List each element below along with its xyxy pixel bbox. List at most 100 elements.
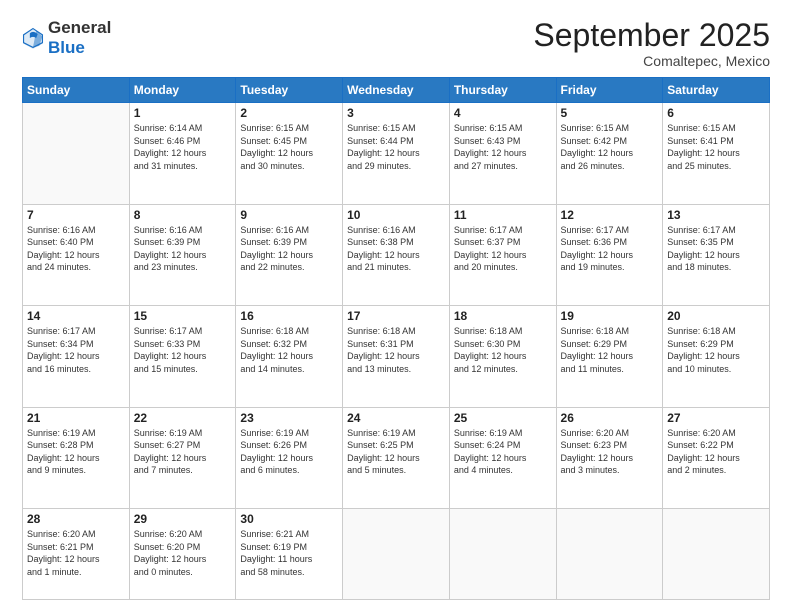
day-number: 8 — [134, 208, 232, 222]
day-info: Sunrise: 6:20 AM Sunset: 6:22 PM Dayligh… — [667, 427, 765, 477]
day-number: 28 — [27, 512, 125, 526]
weekday-header-row: SundayMondayTuesdayWednesdayThursdayFrid… — [23, 78, 770, 103]
day-number: 15 — [134, 309, 232, 323]
calendar-cell: 29 Sunrise: 6:20 AM Sunset: 6:20 PM Dayli… — [129, 509, 236, 600]
day-number: 30 — [240, 512, 338, 526]
day-number: 18 — [454, 309, 552, 323]
day-number: 20 — [667, 309, 765, 323]
page: General Blue September 2025 Comaltepec, … — [0, 0, 792, 612]
calendar-cell: 6Sunrise: 6:15 AM Sunset: 6:41 PM Daylig… — [663, 103, 770, 204]
day-info: Sunrise: 6:16 AM Sunset: 6:39 PM Dayligh… — [240, 224, 338, 274]
calendar-cell — [556, 509, 663, 600]
day-number: 11 — [454, 208, 552, 222]
calendar-cell: 20 Sunrise: 6:18 AM Sunset: 6:29 PM Dayli… — [663, 306, 770, 407]
day-number: 27 — [667, 411, 765, 425]
calendar-cell: 24 Sunrise: 6:19 AM Sunset: 6:25 PM Dayli… — [343, 407, 450, 508]
day-info: Sunrise: 6:19 AM Sunset: 6:25 PM Dayligh… — [347, 427, 445, 477]
day-info: Sunrise: 6:17 AM Sunset: 6:33 PM Dayligh… — [134, 325, 232, 375]
day-number: 3 — [347, 106, 445, 120]
day-number: 26 — [561, 411, 659, 425]
day-info: Sunrise: 6:20 AM Sunset: 6:23 PM Dayligh… — [561, 427, 659, 477]
calendar-cell: 19 Sunrise: 6:18 AM Sunset: 6:29 PM Dayli… — [556, 306, 663, 407]
calendar-cell: 5Sunrise: 6:15 AM Sunset: 6:42 PM Daylig… — [556, 103, 663, 204]
calendar-cell: 17 Sunrise: 6:18 AM Sunset: 6:31 PM Dayli… — [343, 306, 450, 407]
day-number: 6 — [667, 106, 765, 120]
calendar-cell — [23, 103, 130, 204]
day-info: Sunrise: 6:16 AM Sunset: 6:39 PM Dayligh… — [134, 224, 232, 274]
day-number: 17 — [347, 309, 445, 323]
day-number: 22 — [134, 411, 232, 425]
day-info: Sunrise: 6:16 AM Sunset: 6:40 PM Dayligh… — [27, 224, 125, 274]
month-title: September 2025 — [533, 18, 770, 53]
weekday-header-friday: Friday — [556, 78, 663, 103]
calendar-cell: 7 Sunrise: 6:16 AM Sunset: 6:40 PM Daylig… — [23, 204, 130, 305]
calendar-cell: 27 Sunrise: 6:20 AM Sunset: 6:22 PM Dayli… — [663, 407, 770, 508]
day-number: 5 — [561, 106, 659, 120]
logo-general: General — [48, 18, 111, 38]
calendar-cell: 14 Sunrise: 6:17 AM Sunset: 6:34 PM Dayli… — [23, 306, 130, 407]
day-info: Sunrise: 6:15 AM Sunset: 6:43 PM Dayligh… — [454, 122, 552, 172]
logo: General Blue — [22, 18, 111, 57]
day-info: Sunrise: 6:18 AM Sunset: 6:30 PM Dayligh… — [454, 325, 552, 375]
day-number: 4 — [454, 106, 552, 120]
logo-blue: Blue — [48, 38, 111, 58]
day-info: Sunrise: 6:17 AM Sunset: 6:35 PM Dayligh… — [667, 224, 765, 274]
day-number: 25 — [454, 411, 552, 425]
day-info: Sunrise: 6:19 AM Sunset: 6:28 PM Dayligh… — [27, 427, 125, 477]
day-number: 29 — [134, 512, 232, 526]
calendar-cell: 26 Sunrise: 6:20 AM Sunset: 6:23 PM Dayli… — [556, 407, 663, 508]
logo-icon — [22, 27, 44, 49]
calendar-cell: 4 Sunrise: 6:15 AM Sunset: 6:43 PM Daylig… — [449, 103, 556, 204]
day-number: 13 — [667, 208, 765, 222]
day-info: Sunrise: 6:15 AM Sunset: 6:44 PM Dayligh… — [347, 122, 445, 172]
day-info: Sunrise: 6:18 AM Sunset: 6:29 PM Dayligh… — [561, 325, 659, 375]
calendar-table: SundayMondayTuesdayWednesdayThursdayFrid… — [22, 77, 770, 600]
day-info: Sunrise: 6:17 AM Sunset: 6:34 PM Dayligh… — [27, 325, 125, 375]
day-info: Sunrise: 6:18 AM Sunset: 6:29 PM Dayligh… — [667, 325, 765, 375]
day-info: Sunrise: 6:20 AM Sunset: 6:20 PM Dayligh… — [134, 528, 232, 578]
day-number: 2 — [240, 106, 338, 120]
logo-text: General Blue — [48, 18, 111, 57]
day-info: Sunrise: 6:14 AM Sunset: 6:46 PM Dayligh… — [134, 122, 232, 172]
day-info: Sunrise: 6:19 AM Sunset: 6:26 PM Dayligh… — [240, 427, 338, 477]
calendar-cell: 25 Sunrise: 6:19 AM Sunset: 6:24 PM Dayli… — [449, 407, 556, 508]
calendar-cell: 3 Sunrise: 6:15 AM Sunset: 6:44 PM Daylig… — [343, 103, 450, 204]
title-block: September 2025 Comaltepec, Mexico — [533, 18, 770, 69]
day-number: 10 — [347, 208, 445, 222]
day-number: 19 — [561, 309, 659, 323]
day-number: 23 — [240, 411, 338, 425]
week-row-1: 7 Sunrise: 6:16 AM Sunset: 6:40 PM Daylig… — [23, 204, 770, 305]
day-info: Sunrise: 6:21 AM Sunset: 6:19 PM Dayligh… — [240, 528, 338, 578]
weekday-header-saturday: Saturday — [663, 78, 770, 103]
day-number: 14 — [27, 309, 125, 323]
day-number: 16 — [240, 309, 338, 323]
calendar-cell — [343, 509, 450, 600]
calendar-cell: 15 Sunrise: 6:17 AM Sunset: 6:33 PM Dayli… — [129, 306, 236, 407]
calendar-cell: 22 Sunrise: 6:19 AM Sunset: 6:27 PM Dayli… — [129, 407, 236, 508]
day-info: Sunrise: 6:19 AM Sunset: 6:27 PM Dayligh… — [134, 427, 232, 477]
header: General Blue September 2025 Comaltepec, … — [22, 18, 770, 69]
day-number: 24 — [347, 411, 445, 425]
day-info: Sunrise: 6:17 AM Sunset: 6:37 PM Dayligh… — [454, 224, 552, 274]
calendar-cell: 16 Sunrise: 6:18 AM Sunset: 6:32 PM Dayli… — [236, 306, 343, 407]
weekday-header-sunday: Sunday — [23, 78, 130, 103]
day-number: 7 — [27, 208, 125, 222]
week-row-3: 21 Sunrise: 6:19 AM Sunset: 6:28 PM Dayli… — [23, 407, 770, 508]
day-info: Sunrise: 6:20 AM Sunset: 6:21 PM Dayligh… — [27, 528, 125, 578]
day-info: Sunrise: 6:17 AM Sunset: 6:36 PM Dayligh… — [561, 224, 659, 274]
day-info: Sunrise: 6:15 AM Sunset: 6:45 PM Dayligh… — [240, 122, 338, 172]
day-info: Sunrise: 6:16 AM Sunset: 6:38 PM Dayligh… — [347, 224, 445, 274]
day-info: Sunrise: 6:19 AM Sunset: 6:24 PM Dayligh… — [454, 427, 552, 477]
day-info: Sunrise: 6:18 AM Sunset: 6:32 PM Dayligh… — [240, 325, 338, 375]
weekday-header-wednesday: Wednesday — [343, 78, 450, 103]
day-number: 21 — [27, 411, 125, 425]
calendar-cell: 18 Sunrise: 6:18 AM Sunset: 6:30 PM Dayli… — [449, 306, 556, 407]
weekday-header-tuesday: Tuesday — [236, 78, 343, 103]
weekday-header-monday: Monday — [129, 78, 236, 103]
calendar-cell: 30 Sunrise: 6:21 AM Sunset: 6:19 PM Dayli… — [236, 509, 343, 600]
week-row-2: 14 Sunrise: 6:17 AM Sunset: 6:34 PM Dayli… — [23, 306, 770, 407]
calendar-cell: 9 Sunrise: 6:16 AM Sunset: 6:39 PM Daylig… — [236, 204, 343, 305]
day-number: 9 — [240, 208, 338, 222]
calendar-cell — [663, 509, 770, 600]
day-info: Sunrise: 6:18 AM Sunset: 6:31 PM Dayligh… — [347, 325, 445, 375]
